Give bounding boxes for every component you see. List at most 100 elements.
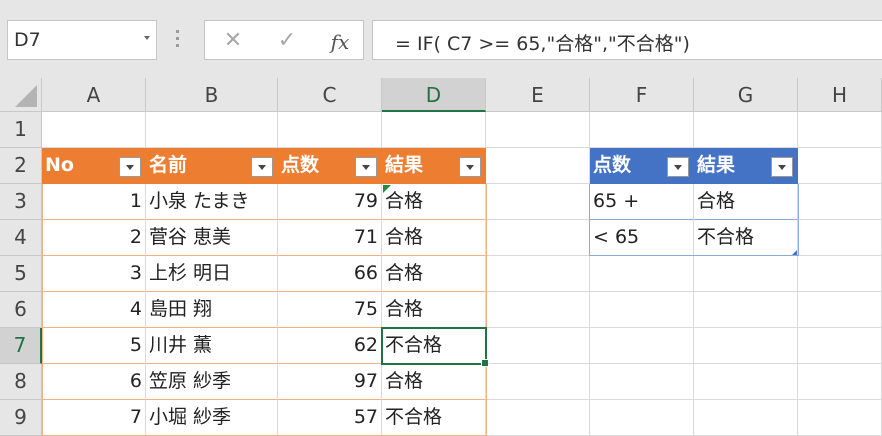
enter-check-icon[interactable]: ✓ — [272, 28, 302, 53]
table1-cell-score[interactable]: 66 — [278, 256, 382, 292]
cell-h5[interactable] — [798, 256, 882, 292]
column-header-c[interactable]: C — [278, 78, 382, 112]
table1-header-no[interactable]: No — [42, 148, 146, 184]
table1-cell-no[interactable]: 7 — [42, 400, 146, 436]
table1-cell-result-selected[interactable]: 不合格 — [382, 328, 486, 364]
cell-h6[interactable] — [798, 292, 882, 328]
row-header-7[interactable]: 7 — [0, 328, 42, 364]
select-all-corner[interactable] — [0, 78, 42, 112]
cell-e6[interactable] — [486, 292, 590, 328]
cell-e5[interactable] — [486, 256, 590, 292]
row-header-1[interactable]: 1 — [0, 112, 42, 148]
cell-h2[interactable] — [798, 148, 882, 184]
table1-cell-name[interactable]: 小泉 たまき — [146, 184, 278, 220]
cell-h7[interactable] — [798, 328, 882, 364]
column-header-e[interactable]: E — [486, 78, 590, 112]
name-box-dropdown-icon[interactable] — [144, 36, 150, 40]
spreadsheet-grid[interactable]: A B C D E F G H 1 2 3 4 5 6 7 8 9 No 名前 … — [0, 78, 882, 436]
column-header-b[interactable]: B — [146, 78, 278, 112]
table1-cell-name[interactable]: 菅谷 恵美 — [146, 220, 278, 256]
table1-cell-result[interactable]: 不合格 — [382, 400, 486, 436]
table1-cell-no[interactable]: 2 — [42, 220, 146, 256]
table1-header-result[interactable]: 結果 — [382, 148, 486, 184]
table1-cell-result[interactable]: 合格 — [382, 184, 486, 220]
column-header-d[interactable]: D — [382, 78, 486, 112]
cell-d1[interactable] — [382, 112, 486, 148]
filter-dropdown-icon[interactable] — [355, 157, 377, 177]
cell-c1[interactable] — [278, 112, 382, 148]
cell-e7[interactable] — [486, 328, 590, 364]
row-header-8[interactable]: 8 — [0, 364, 42, 400]
cell-f1[interactable] — [590, 112, 694, 148]
row-header-4[interactable]: 4 — [0, 220, 42, 256]
column-header-a[interactable]: A — [42, 78, 146, 112]
filter-dropdown-icon[interactable] — [251, 157, 273, 177]
table2-cell-score[interactable]: < 65 — [590, 220, 694, 256]
filter-dropdown-icon[interactable] — [459, 157, 481, 177]
filter-dropdown-icon[interactable] — [667, 157, 689, 177]
cell-h3[interactable] — [798, 184, 882, 220]
table1-cell-score[interactable]: 75 — [278, 292, 382, 328]
table1-header-name[interactable]: 名前 — [146, 148, 278, 184]
table2-header-result[interactable]: 結果 — [694, 148, 798, 184]
table1-cell-score[interactable]: 71 — [278, 220, 382, 256]
table2-cell-result[interactable]: 合格 — [694, 184, 798, 220]
cell-h4[interactable] — [798, 220, 882, 256]
table1-cell-score[interactable]: 97 — [278, 364, 382, 400]
row-header-6[interactable]: 6 — [0, 292, 42, 328]
formula-input[interactable]: = IF( C7 >= 65,"合格","不合格") — [372, 20, 882, 60]
table1-cell-score[interactable]: 79 — [278, 184, 382, 220]
row-header-9[interactable]: 9 — [0, 400, 42, 436]
cell-f6[interactable] — [590, 292, 694, 328]
table1-header-score[interactable]: 点数 — [278, 148, 382, 184]
table2-header-score[interactable]: 点数 — [590, 148, 694, 184]
table1-cell-result[interactable]: 合格 — [382, 364, 486, 400]
table1-cell-no[interactable]: 6 — [42, 364, 146, 400]
cell-e9[interactable] — [486, 400, 590, 436]
cell-h1[interactable] — [798, 112, 882, 148]
table1-cell-no[interactable]: 1 — [42, 184, 146, 220]
cell-f8[interactable] — [590, 364, 694, 400]
cell-f5[interactable] — [590, 256, 694, 292]
row-header-5[interactable]: 5 — [0, 256, 42, 292]
cell-g9[interactable] — [694, 400, 798, 436]
table1-cell-name[interactable]: 上杉 明日 — [146, 256, 278, 292]
insert-function-icon[interactable]: fx — [325, 30, 355, 54]
cell-f9[interactable] — [590, 400, 694, 436]
table1-cell-score[interactable]: 57 — [278, 400, 382, 436]
table-resize-handle-icon[interactable] — [792, 250, 797, 255]
formula-bar-grip-icon[interactable] — [176, 30, 179, 50]
cell-g1[interactable] — [694, 112, 798, 148]
fill-handle[interactable] — [481, 359, 489, 367]
row-header-3[interactable]: 3 — [0, 184, 42, 220]
table1-cell-score[interactable]: 62 — [278, 328, 382, 364]
column-header-g[interactable]: G — [694, 78, 798, 112]
cell-e1[interactable] — [486, 112, 590, 148]
filter-dropdown-icon[interactable] — [771, 157, 793, 177]
table1-cell-result[interactable]: 合格 — [382, 256, 486, 292]
cell-b1[interactable] — [146, 112, 278, 148]
row-header-2[interactable]: 2 — [0, 148, 42, 184]
error-indicator-icon[interactable] — [383, 185, 391, 193]
table2-cell-score[interactable]: 65 + — [590, 184, 694, 220]
cancel-icon[interactable]: ✕ — [218, 28, 248, 53]
table1-cell-result[interactable]: 合格 — [382, 292, 486, 328]
cell-e3[interactable] — [486, 184, 590, 220]
table1-cell-no[interactable]: 5 — [42, 328, 146, 364]
column-header-h[interactable]: H — [798, 78, 882, 112]
cell-e8[interactable] — [486, 364, 590, 400]
column-header-f[interactable]: F — [590, 78, 694, 112]
table1-cell-no[interactable]: 3 — [42, 256, 146, 292]
cell-h9[interactable] — [798, 400, 882, 436]
cell-g6[interactable] — [694, 292, 798, 328]
cell-g7[interactable] — [694, 328, 798, 364]
cell-g8[interactable] — [694, 364, 798, 400]
table1-cell-name[interactable]: 島田 翔 — [146, 292, 278, 328]
cell-e4[interactable] — [486, 220, 590, 256]
table1-cell-name[interactable]: 小堀 紗季 — [146, 400, 278, 436]
table1-cell-name[interactable]: 笠原 紗季 — [146, 364, 278, 400]
cell-g5[interactable] — [694, 256, 798, 292]
name-box[interactable]: D7 — [7, 20, 157, 60]
table1-cell-result[interactable]: 合格 — [382, 220, 486, 256]
table1-cell-name[interactable]: 川井 薫 — [146, 328, 278, 364]
